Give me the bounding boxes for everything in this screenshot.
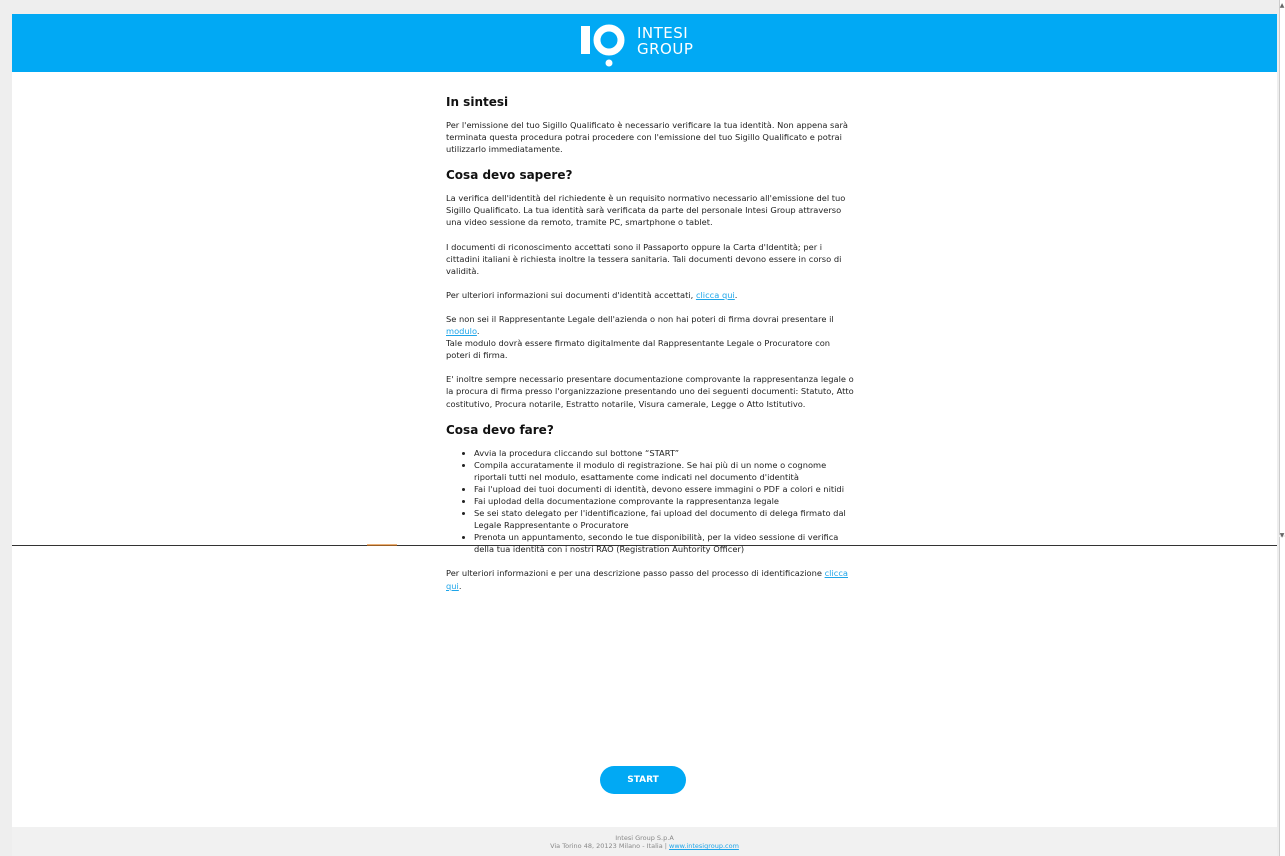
start-button[interactable]: START — [600, 766, 686, 794]
sintesi-text: Per l'emissione del tuo Sigillo Qualific… — [446, 120, 848, 155]
period: . — [734, 289, 738, 300]
list-item: Compila accuratamente il modulo di regis… — [474, 459, 856, 483]
footer-website-link[interactable]: www.intesigroup.com — [669, 842, 739, 850]
period: . — [476, 326, 480, 337]
module-text: Se non sei il Rappresentante Legale dell… — [446, 313, 834, 324]
scroll-down-arrow-icon[interactable]: ▼ — [1279, 532, 1285, 540]
closing-paragraph: Per ulteriori informazioni e per una des… — [446, 567, 856, 591]
sapere-paragraph-1: La verifica dell'identità del richiedent… — [446, 193, 846, 228]
module-signature-text: Tale modulo dovrà essere firmato digital… — [446, 338, 831, 361]
scrollbar-lower[interactable] — [1279, 537, 1285, 856]
list-item: Fai uplodad della documentazione comprov… — [474, 495, 856, 507]
screen-divider — [12, 545, 1277, 546]
list-item: Prenota un appuntamento, secondo le tue … — [474, 531, 856, 555]
page: INTESI GROUP In sintesi Per l'emissione … — [12, 14, 1277, 856]
section-title-sapere: Cosa devo sapere? — [446, 168, 573, 183]
sapere-paragraph-2: I documenti di riconoscimento accettati … — [446, 241, 842, 276]
list-item: Avvia la procedura cliccando sul bottone… — [474, 447, 856, 459]
footer-address-line: Via Torino 48, 20123 Milano - Italia | w… — [12, 842, 1277, 850]
closing-text: Per ulteriori informazioni e per una des… — [446, 568, 825, 579]
sapere-paragraph-5: E' inoltre sempre necessario presentare … — [446, 374, 854, 409]
divider-accent — [367, 544, 397, 546]
footer: Intesi Group S.p.A Via Torino 48, 20123 … — [12, 827, 1277, 856]
scrollbar-upper[interactable] — [1279, 0, 1285, 535]
intesi-logo-icon — [581, 24, 625, 67]
footer-address: Via Torino 48, 20123 Milano - Italia | — [550, 842, 669, 850]
footer-company: Intesi Group S.p.A — [615, 834, 674, 842]
brand-name: INTESI GROUP — [637, 25, 693, 57]
section-title-fare: Cosa devo fare? — [446, 422, 554, 437]
brand-line-2: GROUP — [637, 40, 694, 58]
header-bar: INTESI GROUP — [12, 14, 1277, 72]
scroll-up-arrow-icon[interactable]: ▲ — [1279, 2, 1285, 10]
steps-list: Avvia la procedura cliccando sul bottone… — [446, 447, 856, 556]
list-item: Fai l'upload dei tuoi documenti di ident… — [474, 483, 856, 495]
documents-info-text: Per ulteriori informazioni sui documenti… — [446, 289, 696, 300]
sapere-paragraph-3: Per ulteriori informazioni sui documenti… — [446, 289, 856, 301]
list-item: Se sei stato delegato per l'identificazi… — [474, 507, 856, 531]
brand-line-1: INTESI — [637, 24, 689, 42]
period: . — [458, 580, 462, 591]
documents-info-link[interactable]: clicca qui — [696, 290, 735, 300]
sapere-paragraph-4: Se non sei il Rappresentante Legale dell… — [446, 313, 856, 361]
module-link[interactable]: modulo — [446, 326, 477, 336]
intesi-logo[interactable]: INTESI GROUP — [579, 22, 719, 67]
main-content: In sintesi Per l'emissione del tuo Sigil… — [446, 94, 856, 604]
section-title-sintesi: In sintesi — [446, 95, 509, 109]
